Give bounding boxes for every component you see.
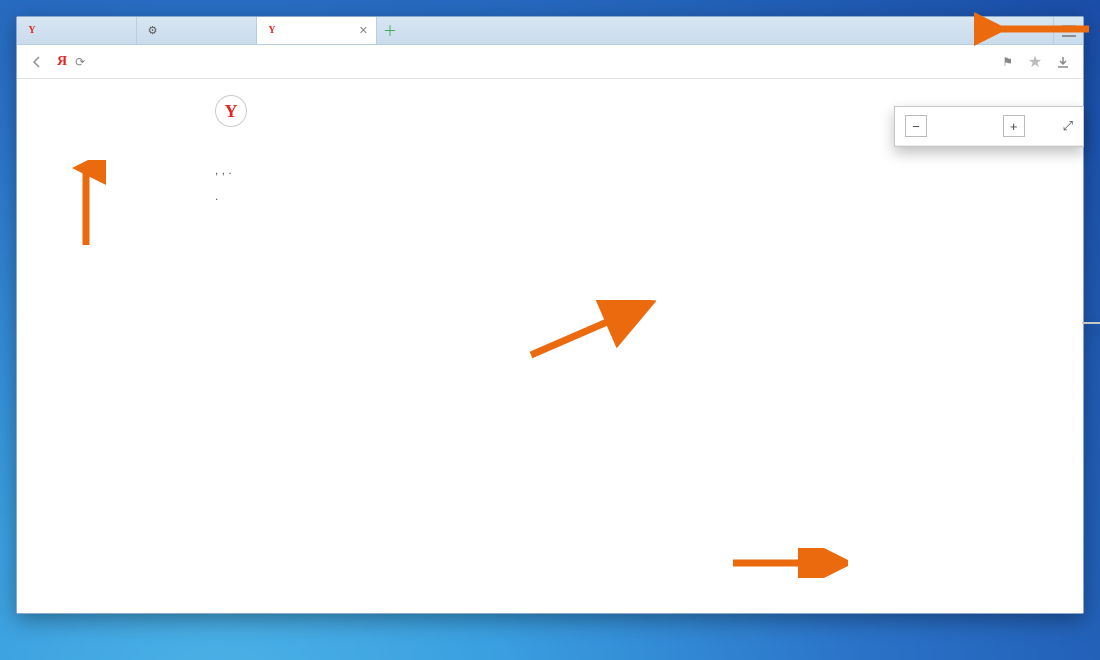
tab-thanks[interactable]: Y — [17, 17, 137, 44]
new-tab-button[interactable]: ＋ — [377, 17, 403, 44]
yandex-icon: Я — [57, 54, 67, 70]
tab-strip: Y ⚙ Y ✕ ＋ — [17, 17, 1083, 45]
brand-row: Y — [215, 95, 735, 127]
zoom-out-button[interactable]: − — [905, 115, 927, 137]
gear-icon: ⚙ — [145, 23, 160, 38]
bookmark-button[interactable]: ★ — [1023, 50, 1047, 74]
tab-about[interactable]: Y ✕ — [257, 17, 377, 44]
back-button[interactable] — [25, 50, 49, 74]
report-link[interactable]: ⚑ — [1002, 55, 1019, 69]
omnibox[interactable]: ⟳ — [75, 50, 994, 74]
about-paragraph: , , . — [215, 163, 735, 177]
tab-settings[interactable]: ⚙ — [137, 17, 257, 44]
zoom-in-button[interactable]: + — [1003, 115, 1025, 137]
flag-icon: ⚑ — [1002, 55, 1013, 69]
zoom-row: − + ⤢ — [895, 107, 1083, 146]
close-icon[interactable]: ✕ — [359, 24, 368, 37]
yandex-logo: Y — [215, 95, 247, 127]
address-bar: Я ⟳ ⚑ ★ — [17, 45, 1083, 79]
reload-icon[interactable]: ⟳ — [75, 55, 85, 69]
fullscreen-icon[interactable]: ⤢ — [1063, 118, 1073, 134]
main-menu: − + ⤢ — [894, 106, 1084, 147]
submenu-more — [1082, 322, 1100, 324]
downloads-button[interactable] — [1051, 50, 1075, 74]
